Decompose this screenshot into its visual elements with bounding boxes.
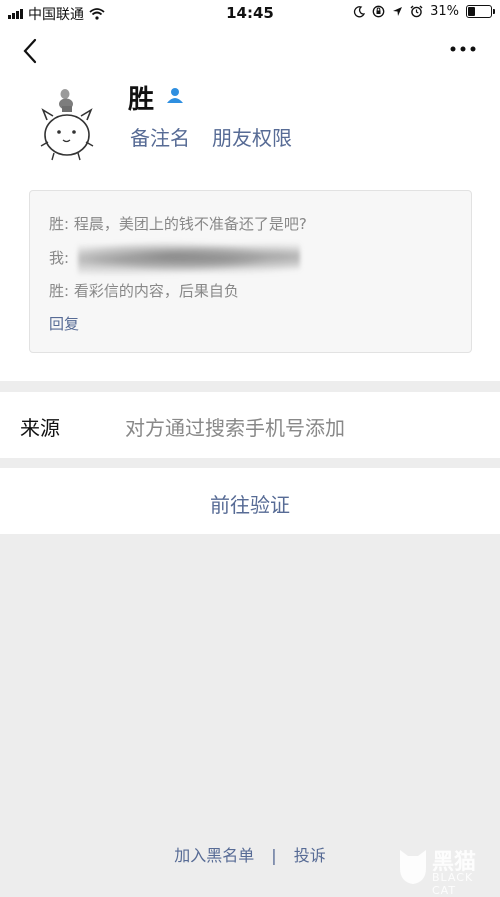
black-cat-logo-icon (400, 850, 426, 884)
watermark: 黑猫 BLACK CAT (396, 844, 492, 897)
report-link[interactable]: 投诉 (294, 846, 326, 865)
source-value: 对方通过搜索手机号添加 (125, 416, 345, 440)
verify-button-label: 前往验证 (210, 493, 290, 517)
source-label: 来源 (20, 416, 60, 440)
more-dots-icon[interactable] (450, 44, 476, 54)
remark-name-button[interactable]: 备注名 (130, 122, 190, 151)
alarm-icon (410, 5, 423, 18)
message-line: 胜: 看彩信的内容，后果自负 (49, 282, 239, 300)
chevron-left-icon[interactable] (20, 38, 42, 64)
battery-percent: 31% (430, 4, 459, 19)
message-line: 胜: 程晨，美团上的钱不准备还了是吧? (49, 215, 307, 233)
message-line: 我: (49, 249, 70, 267)
avatar[interactable] (38, 80, 96, 162)
battery-icon (466, 5, 495, 18)
verify-button[interactable]: 前往验证 (0, 468, 500, 534)
location-icon (393, 7, 403, 16)
person-verify-icon (167, 88, 183, 103)
redacted-text (78, 240, 300, 276)
footer-separator: | (271, 846, 277, 865)
profile-card: 中国联通 14:45 31% 胜 备注名 朋友权限 胜: 程晨，美团上的钱不准备… (0, 0, 500, 381)
source-row: 来源 对方通过搜索手机号添加 (0, 392, 500, 458)
add-to-blacklist-link[interactable]: 加入黑名单 (174, 846, 254, 865)
contact-name: 胜 (128, 85, 155, 115)
friend-permission-button[interactable]: 朋友权限 (212, 122, 292, 151)
watermark-en: BLACK CAT (432, 871, 474, 897)
orientation-lock-icon (372, 5, 385, 18)
moon-icon (354, 5, 366, 17)
status-bar: 中国联通 14:45 31% (0, 0, 500, 26)
reply-link[interactable]: 回复 (49, 313, 79, 334)
